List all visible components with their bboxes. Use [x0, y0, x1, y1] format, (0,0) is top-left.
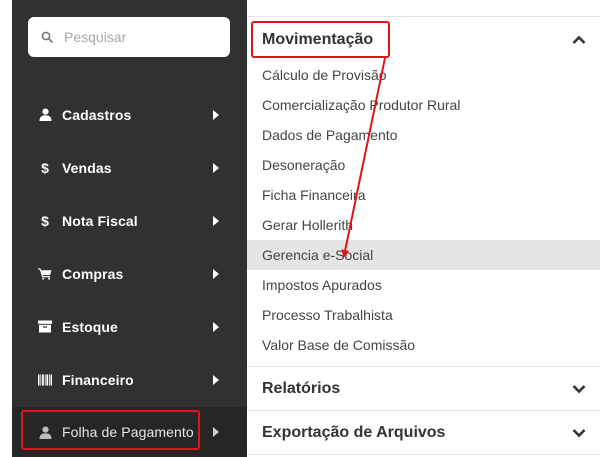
submenu-item-processo-trabalhista[interactable]: Processo Trabalhista — [247, 300, 600, 330]
sidebar-item-folha-de-pagamento[interactable]: Folha de Pagamento — [12, 407, 247, 457]
section-header-movimentacao[interactable]: Movimentação — [247, 18, 600, 62]
caret-right-icon — [213, 215, 219, 226]
chevron-up-icon — [572, 35, 586, 44]
caret-right-icon — [213, 321, 219, 332]
left-edge — [0, 0, 12, 457]
submenu-item-label: Desoneração — [262, 157, 346, 173]
submenu-item-label: Comercialização Produtor Rural — [262, 97, 461, 113]
submenu-item-calculo-de-provisao[interactable]: Cálculo de Provisão — [247, 60, 600, 90]
caret-right-icon — [213, 427, 219, 437]
sidebar-item-label: Vendas — [62, 159, 112, 176]
section-header-relatorios[interactable]: Relatórios — [247, 367, 600, 411]
section-title: Movimentação — [262, 31, 374, 48]
sidebar-item-estoque[interactable]: Estoque — [12, 300, 247, 353]
sidebar-item-label: Compras — [62, 265, 124, 282]
sidebar-item-label: Financeiro — [62, 371, 134, 388]
section-header-exportacao-de-arquivos[interactable]: Exportação de Arquivos — [247, 411, 600, 455]
submenu-item-valor-base-de-comissao[interactable]: Valor Base de Comissão — [247, 330, 600, 360]
dollar-icon: $ — [41, 159, 49, 176]
section-divider — [247, 16, 600, 17]
submenu-item-ficha-financeira[interactable]: Ficha Financeira — [247, 180, 600, 210]
sidebar-item-label: Estoque — [62, 318, 118, 335]
submenu-item-comercializacao-produtor-rural[interactable]: Comercialização Produtor Rural — [247, 90, 600, 120]
submenu-item-gerar-hollerith[interactable]: Gerar Hollerith — [247, 210, 600, 240]
caret-right-icon — [213, 268, 219, 279]
sidebar-item-financeiro[interactable]: Financeiro — [12, 353, 247, 406]
submenu-item-dados-de-pagamento[interactable]: Dados de Pagamento — [247, 120, 600, 150]
user-icon — [38, 108, 52, 122]
sidebar-item-label: Folha de Pagamento — [62, 424, 194, 440]
dollar-icon: $ — [41, 212, 49, 229]
submenu-item-label: Dados de Pagamento — [262, 127, 398, 143]
submenu-panel: Movimentação Cálculo de Provisão Comerci… — [247, 0, 600, 457]
user-icon — [38, 425, 52, 439]
search-box[interactable] — [28, 17, 230, 57]
sidebar-item-cadastros[interactable]: Cadastros — [12, 88, 247, 141]
submenu-item-label: Ficha Financeira — [262, 187, 366, 203]
sidebar-item-nota-fiscal[interactable]: $ Nota Fiscal — [12, 194, 247, 247]
search-input[interactable] — [64, 29, 214, 45]
submenu-item-label: Cálculo de Provisão — [262, 67, 387, 83]
submenu-item-label: Gerar Hollerith — [262, 217, 354, 233]
submenu-item-label: Gerencia e-Social — [262, 247, 374, 263]
sidebar-item-label: Nota Fiscal — [62, 212, 138, 229]
chevron-down-icon — [572, 429, 586, 438]
caret-right-icon — [213, 162, 219, 173]
caret-right-icon — [213, 109, 219, 120]
section-title: Relatórios — [262, 380, 341, 397]
section-title: Exportação de Arquivos — [262, 424, 446, 441]
section-divider — [247, 454, 600, 455]
submenu-item-desoneracao[interactable]: Desoneração — [247, 150, 600, 180]
submenu-item-label: Impostos Apurados — [262, 277, 382, 293]
caret-right-icon — [213, 374, 219, 385]
sidebar-item-label: Cadastros — [62, 106, 132, 123]
barcode-icon — [38, 373, 52, 387]
submenu-item-gerencia-e-social[interactable]: Gerencia e-Social — [247, 240, 600, 270]
cart-icon — [38, 267, 52, 281]
chevron-down-icon — [572, 385, 586, 394]
search-icon — [41, 31, 53, 43]
submenu-item-impostos-apurados[interactable]: Impostos Apurados — [247, 270, 600, 300]
sidebar: Cadastros $ Vendas $ Nota Fiscal Compras… — [12, 0, 247, 457]
submenu-item-label: Processo Trabalhista — [262, 307, 393, 323]
archive-icon — [38, 320, 52, 334]
sidebar-item-vendas[interactable]: $ Vendas — [12, 141, 247, 194]
sidebar-item-compras[interactable]: Compras — [12, 247, 247, 300]
submenu-item-label: Valor Base de Comissão — [262, 337, 416, 353]
